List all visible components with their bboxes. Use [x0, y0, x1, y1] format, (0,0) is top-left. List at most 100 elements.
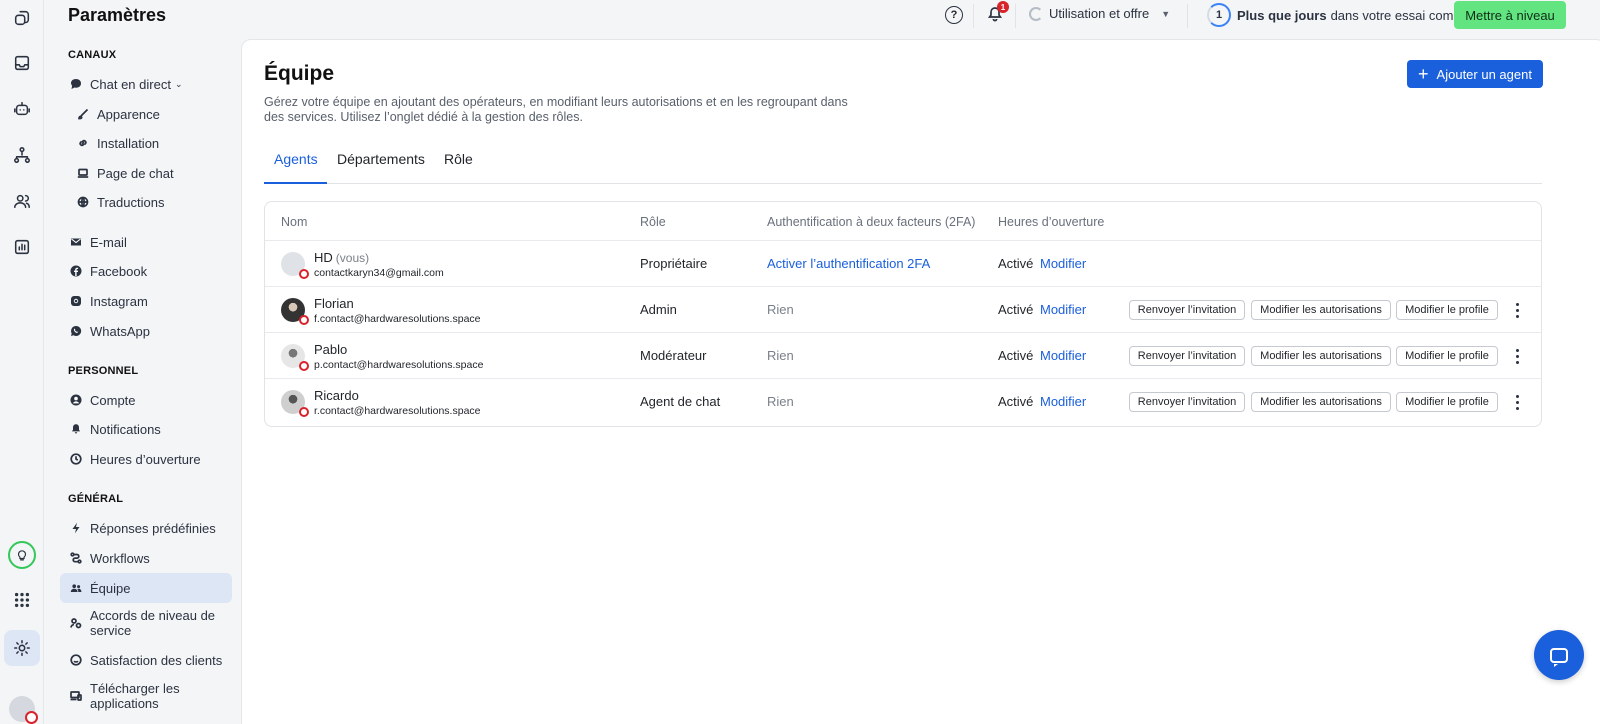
modify-hours-link[interactable]: Modifier	[1040, 302, 1086, 317]
hours-status: Activé	[998, 394, 1034, 409]
agent-avatar	[281, 344, 309, 371]
nav-team-label: Équipe	[90, 580, 131, 596]
table-row: Pablo p.contact@hardwaresolutions.space …	[265, 332, 1541, 378]
section-personal: PERSONNEL	[68, 365, 139, 377]
nav-chat-page[interactable]: Page de chat	[60, 158, 232, 188]
caret-down-icon: ▼	[1161, 8, 1171, 19]
contacts-icon[interactable]	[6, 185, 38, 217]
edit-permissions-button[interactable]: Modifier les autorisations	[1251, 392, 1391, 412]
flow-icon[interactable]	[6, 139, 38, 171]
user-avatar[interactable]	[9, 696, 38, 724]
globe-icon	[76, 195, 90, 209]
modify-hours-link[interactable]: Modifier	[1040, 256, 1086, 271]
nav-customer-satisfaction-label: Satisfaction des clients	[90, 652, 223, 668]
nav-customer-satisfaction[interactable]: Satisfaction des clients	[60, 645, 232, 675]
resend-invitation-button[interactable]: Renvoyer l’invitation	[1129, 346, 1245, 366]
app-logo-icon[interactable]	[6, 2, 38, 34]
nav-opening-hours[interactable]: Heures d’ouverture	[60, 444, 232, 474]
bell-icon	[69, 422, 83, 436]
column-header-name: Nom	[281, 215, 308, 229]
mail-icon	[69, 235, 83, 249]
nav-installation[interactable]: Installation	[60, 128, 232, 158]
tab-role[interactable]: Rôle	[444, 151, 473, 167]
nav-canned-responses-label: Réponses prédéfinies	[90, 520, 216, 536]
divider	[1015, 4, 1016, 28]
nav-team[interactable]: Équipe	[60, 573, 232, 603]
resend-invitation-button[interactable]: Renvoyer l’invitation	[1129, 392, 1245, 412]
user-circle-icon	[69, 393, 83, 407]
usage-and-plan-dropdown[interactable]: Utilisation et offre ▼	[1029, 6, 1170, 21]
nav-translations[interactable]: Traductions	[60, 187, 232, 217]
notification-count-badge: 1	[997, 1, 1009, 13]
agent-avatar	[281, 390, 309, 417]
nav-download-apps-label: Télécharger les applications	[90, 681, 180, 711]
modify-hours-link[interactable]: Modifier	[1040, 348, 1086, 363]
nav-workflows-label: Workflows	[90, 550, 150, 566]
loading-spinner-icon	[1029, 6, 1043, 21]
edit-permissions-button[interactable]: Modifier les autorisations	[1251, 346, 1391, 366]
tips-bulb-icon[interactable]	[8, 541, 36, 569]
nav-workflows[interactable]: Workflows	[60, 543, 232, 573]
nav-account-label: Compte	[90, 392, 136, 408]
active-tab-indicator	[264, 182, 327, 184]
chat-widget-button[interactable]	[1534, 630, 1584, 680]
agent-name: HD	[314, 250, 333, 265]
inbox-icon[interactable]	[6, 47, 38, 79]
agent-email: contactkaryn34@gmail.com	[314, 267, 444, 279]
trial-text: dans votre essai complet	[1330, 7, 1475, 23]
agent-email: f.contact@hardwaresolutions.space	[314, 313, 481, 325]
sidebar-title: Paramètres	[68, 5, 167, 25]
nav-download-apps[interactable]: Télécharger les applications	[60, 680, 232, 712]
trial-status: 1 Plus que jours dans votre essai comple…	[1207, 3, 1474, 27]
agents-table: Nom Rôle Authentification à deux facteur…	[264, 201, 1542, 427]
add-agent-button[interactable]: + Ajouter un agent	[1407, 60, 1543, 88]
nav-facebook[interactable]: Facebook	[60, 256, 232, 286]
bot-icon[interactable]	[6, 93, 38, 125]
agent-avatar	[281, 252, 309, 279]
apps-grid-icon[interactable]	[6, 584, 38, 616]
more-options-icon[interactable]	[1513, 301, 1521, 319]
nav-appearance[interactable]: Apparence	[60, 99, 232, 129]
tab-agents[interactable]: Agents	[274, 151, 318, 167]
edit-permissions-button[interactable]: Modifier les autorisations	[1251, 300, 1391, 320]
more-options-icon[interactable]	[1513, 393, 1521, 411]
status-offline-dot	[299, 269, 309, 279]
nav-canned-responses[interactable]: Réponses prédéfinies	[60, 513, 232, 543]
upgrade-button[interactable]: Mettre à niveau	[1454, 1, 1566, 29]
nav-whatsapp[interactable]: WhatsApp	[60, 316, 232, 346]
nav-installation-label: Installation	[97, 135, 160, 151]
more-options-icon[interactable]	[1513, 347, 1521, 365]
status-offline-dot	[299, 361, 309, 371]
resend-invitation-button[interactable]: Renvoyer l’invitation	[1129, 300, 1245, 320]
modify-hours-link[interactable]: Modifier	[1040, 394, 1086, 409]
edit-profile-button[interactable]: Modifier le profile	[1396, 346, 1498, 366]
agent-2fa-status: Rien	[767, 394, 794, 409]
nav-instagram[interactable]: Instagram	[60, 286, 232, 316]
nav-sla-label: Accords de niveau de service	[90, 608, 216, 638]
enable-2fa-link[interactable]: Activer l’authentification 2FA	[767, 256, 930, 271]
hours-status: Activé	[998, 256, 1034, 271]
agent-role: Propriétaire	[640, 256, 708, 271]
edit-profile-button[interactable]: Modifier le profile	[1396, 392, 1498, 412]
agent-avatar	[281, 298, 309, 325]
settings-gear-icon[interactable]	[4, 630, 40, 666]
help-icon[interactable]: ?	[945, 6, 963, 24]
nav-live-chat-label: Chat en direct	[90, 76, 171, 92]
team-icon	[69, 581, 83, 595]
nav-opening-hours-label: Heures d’ouverture	[90, 451, 201, 467]
reports-icon[interactable]	[6, 231, 38, 263]
nav-live-chat[interactable]: Chat en direct ⌄	[60, 69, 232, 99]
agent-email: p.contact@hardwaresolutions.space	[314, 359, 484, 371]
workflow-icon	[69, 551, 83, 565]
tab-departments[interactable]: Départements	[337, 151, 425, 167]
column-header-hours: Heures d’ouverture	[998, 215, 1105, 229]
status-offline-dot	[299, 315, 309, 325]
nav-sla[interactable]: Accords de niveau de service	[60, 607, 232, 639]
nav-notifications[interactable]: Notifications	[60, 414, 232, 444]
agent-role: Modérateur	[640, 348, 707, 363]
edit-profile-button[interactable]: Modifier le profile	[1396, 300, 1498, 320]
settings-sidebar: Paramètres CANAUX Chat en direct ⌄ Appar…	[48, 0, 240, 724]
nav-notifications-label: Notifications	[90, 421, 161, 437]
nav-account[interactable]: Compte	[60, 385, 232, 415]
nav-email[interactable]: E-mail	[60, 227, 232, 257]
